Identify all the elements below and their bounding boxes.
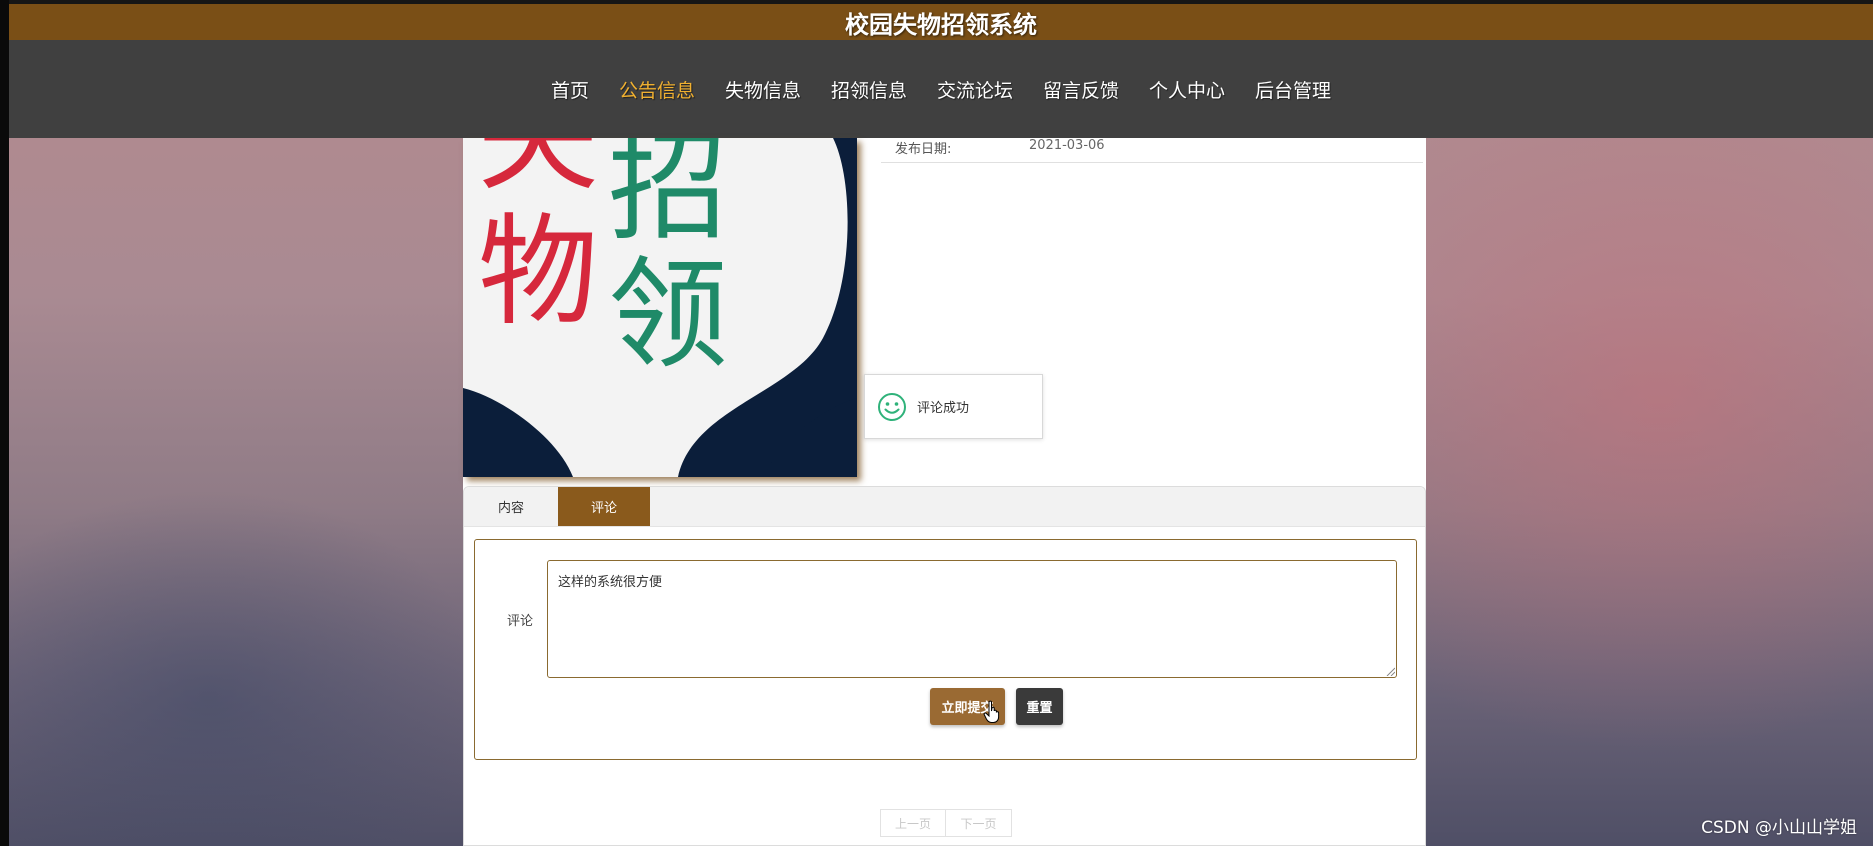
poster-graphic: 失 物 招 领 [463, 138, 857, 477]
window-edge [0, 0, 9, 846]
nav-item-admin[interactable]: 后台管理 [1255, 76, 1331, 103]
comment-label: 评论 [507, 614, 534, 629]
nav-item-found-items[interactable]: 招领信息 [831, 76, 907, 103]
announcement-poster-image: 失 物 招 领 [463, 138, 857, 477]
detail-card: 失 物 招 领 发布日期: 2021-03-06 评论成功 内容 评论 [463, 138, 1426, 846]
nav-item-feedback[interactable]: 留言反馈 [1043, 76, 1119, 103]
poster-char-claim: 招 [608, 138, 728, 257]
submit-button[interactable]: 立即提交 [930, 688, 1005, 725]
comment-textarea[interactable]: 这样的系统很方便 [547, 560, 1397, 678]
poster-char-lost: 失 [478, 138, 598, 207]
tab-comment[interactable]: 评论 [558, 487, 650, 526]
nav-item-forum[interactable]: 交流论坛 [937, 76, 1013, 103]
publish-date-row: 发布日期: 2021-03-06 [881, 138, 1423, 163]
comment-form: 评论 这样的系统很方便 立即提交 重置 [474, 539, 1417, 760]
success-toast: 评论成功 [864, 374, 1043, 439]
tab-panel: 内容 评论 评论 这样的系统很方便 立即提交 重置 上一页 下一页 [463, 486, 1426, 846]
poster-char-item: 物 [478, 203, 598, 342]
poster-char-receive: 领 [608, 246, 728, 385]
nav-item-home[interactable]: 首页 [551, 76, 589, 103]
nav-item-lost-items[interactable]: 失物信息 [725, 76, 801, 103]
prev-page-button[interactable]: 上一页 [880, 809, 946, 837]
next-page-button[interactable]: 下一页 [946, 809, 1012, 837]
tab-bar: 内容 评论 [464, 487, 1425, 527]
page: 校园失物招领系统 首页 公告信息 失物信息 招领信息 交流论坛 留言反馈 个人中… [9, 0, 1873, 846]
smile-icon [878, 392, 906, 421]
main-nav: 首页 公告信息 失物信息 招领信息 交流论坛 留言反馈 个人中心 后台管理 [9, 40, 1873, 138]
pagination: 上一页 下一页 [880, 809, 1012, 837]
publish-date-value: 2021-03-06 [1029, 138, 1105, 153]
site-title: 校园失物招领系统 [845, 10, 1037, 39]
publish-date-label: 发布日期: [895, 142, 952, 157]
toast-message: 评论成功 [917, 401, 970, 416]
tab-content[interactable]: 内容 [464, 487, 558, 526]
resize-grip-icon[interactable] [1385, 666, 1395, 676]
nav-item-personal-center[interactable]: 个人中心 [1149, 76, 1225, 103]
nav-item-announcements[interactable]: 公告信息 [619, 76, 695, 103]
site-header: 校园失物招领系统 [9, 4, 1873, 40]
watermark: CSDN @小山山学姐 [1701, 818, 1857, 838]
reset-button[interactable]: 重置 [1016, 688, 1063, 725]
